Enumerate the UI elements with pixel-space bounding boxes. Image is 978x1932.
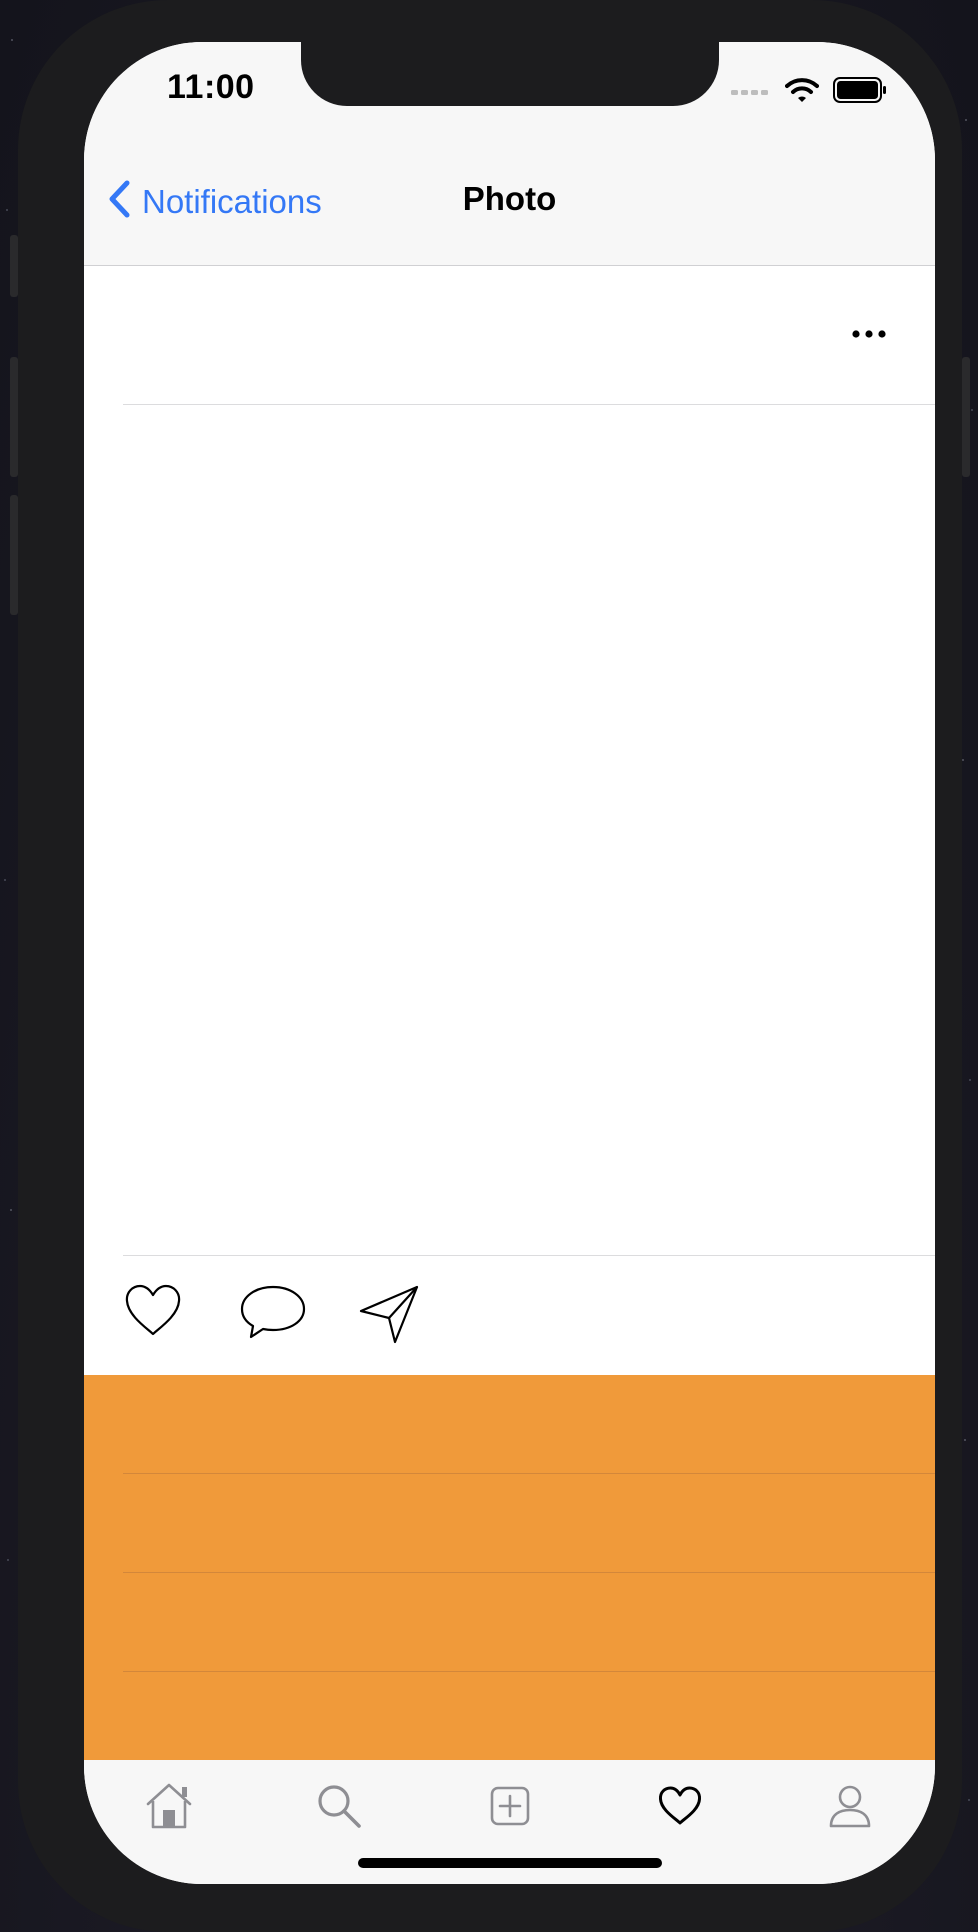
status-icons	[731, 77, 887, 108]
navigation-bar: Notifications Photo	[84, 132, 935, 266]
device-frame: 11:00 Notifications Photo	[10, 0, 970, 1932]
add-icon[interactable]	[480, 1778, 540, 1834]
search-icon[interactable]	[309, 1778, 369, 1834]
more-icon[interactable]	[851, 324, 887, 344]
row-divider	[123, 1671, 935, 1672]
page-title: Photo	[462, 180, 557, 217]
comment-icon[interactable]	[239, 1284, 307, 1345]
comments-section	[84, 1375, 935, 1760]
screen: 11:00 Notifications Photo	[84, 42, 935, 1884]
signal-icon	[731, 84, 771, 102]
post-actions	[84, 1256, 935, 1375]
battery-icon	[833, 77, 887, 108]
status-time: 11:00	[167, 68, 255, 106]
mute-switch	[10, 235, 18, 297]
profile-icon[interactable]	[820, 1778, 880, 1834]
wifi-icon	[785, 77, 819, 108]
share-icon[interactable]	[358, 1284, 420, 1349]
volume-down-button	[10, 495, 18, 615]
home-indicator[interactable]	[358, 1858, 662, 1868]
row-divider	[123, 1473, 935, 1474]
row-divider	[123, 1572, 935, 1573]
notch	[301, 42, 719, 106]
volume-up-button	[10, 357, 18, 477]
post-header	[84, 266, 935, 404]
post-photo[interactable]	[84, 405, 935, 1255]
like-icon[interactable]	[124, 1284, 182, 1343]
activity-icon[interactable]	[650, 1778, 710, 1834]
power-button	[962, 357, 970, 477]
home-icon[interactable]	[139, 1778, 199, 1834]
